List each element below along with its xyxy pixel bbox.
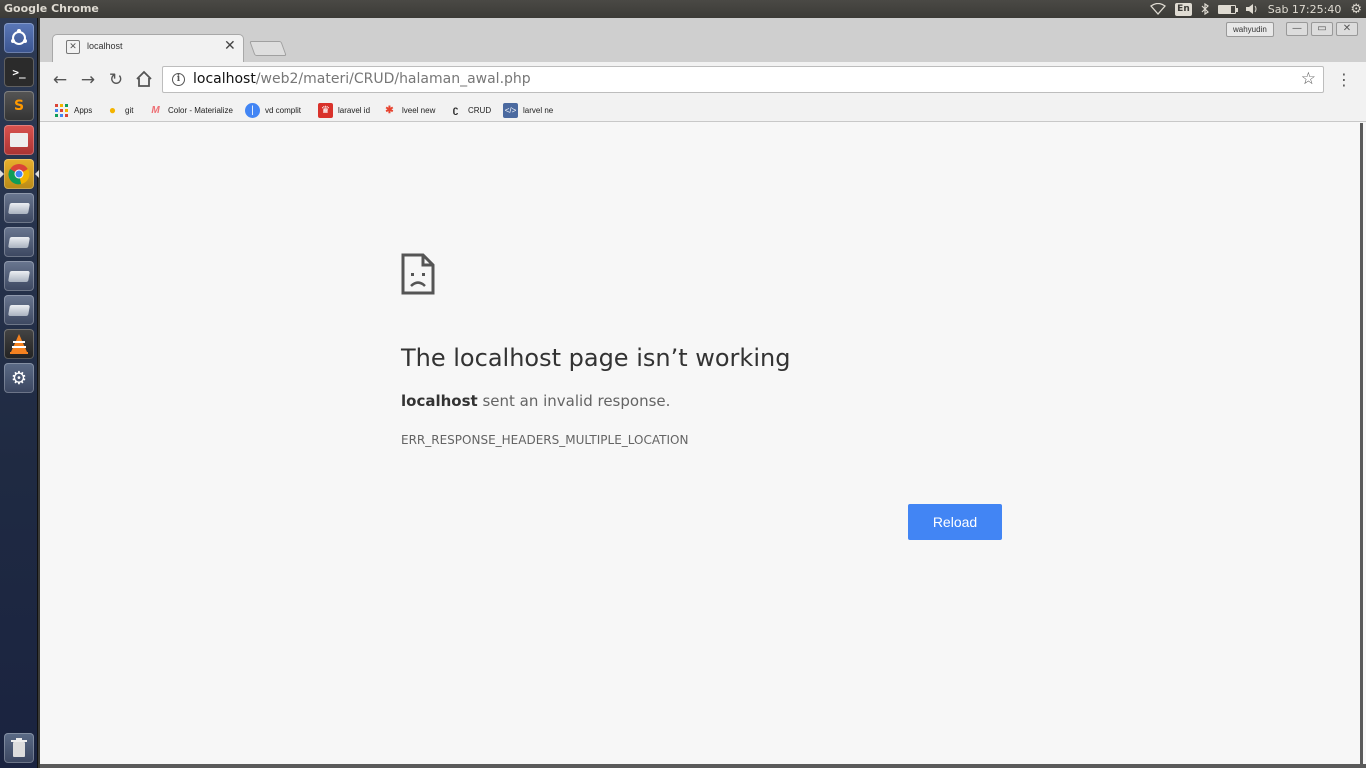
file-archive-icon[interactable] (4, 125, 34, 155)
bookmarks-bar: Apps ● git M Color - Materialize | vd co… (40, 98, 1366, 122)
close-window-button[interactable]: ✕ (1336, 22, 1358, 36)
bookmark-label: Color - Materialize (168, 105, 233, 115)
apps-grid-icon (54, 103, 69, 118)
tab-title: localhost (87, 41, 123, 51)
clock[interactable]: Sab 17:25:40 (1268, 2, 1342, 16)
bookmark-lveel-new[interactable]: ✱ lveel new (382, 101, 435, 119)
trash-icon[interactable] (4, 733, 34, 763)
crud-icon: ʗ (452, 104, 459, 116)
maximize-button[interactable]: ▭ (1311, 22, 1333, 36)
sublime-text-icon[interactable]: S (4, 91, 34, 121)
error-description: localhost sent an invalid response. (401, 392, 670, 410)
vd-icon: | (245, 102, 260, 118)
error-code: ERR_RESPONSE_HEADERS_MULTIPLE_LOCATION (401, 433, 689, 447)
terminal-icon[interactable]: >_ (4, 57, 34, 87)
new-tab-button[interactable] (249, 41, 287, 56)
sad-document-icon (401, 253, 435, 295)
url-path: /web2/materi/CRUD/halaman_awal.php (255, 71, 531, 87)
laravel-icon: ✱ (385, 104, 394, 116)
bookmark-label: larvel ne (523, 105, 554, 115)
bookmark-larvel-ne[interactable]: </> larvel ne (503, 101, 553, 119)
bookmark-apps[interactable]: Apps (54, 101, 92, 119)
error-title: The localhost page isn’t working (401, 344, 791, 372)
tab-localhost[interactable] (52, 34, 244, 62)
error-message: sent an invalid response. (477, 392, 671, 410)
site-info-icon[interactable]: i (172, 73, 185, 86)
system-settings-icon[interactable]: ⚙ (4, 363, 34, 393)
window-bottom-border (40, 764, 1366, 768)
lightbulb-icon: ● (108, 103, 117, 117)
code-icon: </> (503, 102, 518, 118)
page-content: The localhost page isn’t working localho… (40, 123, 1363, 768)
battery-icon[interactable] (1217, 2, 1238, 16)
dash-home-icon[interactable] (4, 23, 34, 53)
keyboard-layout-indicator[interactable]: En (1175, 2, 1192, 16)
bluetooth-icon[interactable] (1201, 2, 1209, 16)
active-app-name: Google Chrome (4, 2, 99, 15)
minimize-button[interactable]: — (1286, 22, 1308, 36)
chrome-menu-icon[interactable]: ⋮ (1336, 71, 1352, 89)
back-button[interactable]: ← (50, 70, 70, 90)
laravel-icon: ♛ (318, 102, 333, 118)
reload-icon-button[interactable]: ↻ (106, 70, 126, 90)
bookmark-label: CRUD (468, 105, 492, 115)
chrome-icon[interactable] (4, 159, 34, 189)
tab-favicon-icon: ✕ (66, 40, 80, 54)
error-host: localhost (401, 392, 478, 410)
url-host: localhost (193, 71, 256, 87)
bookmark-color-materialize[interactable]: M Color - Materialize (148, 101, 233, 119)
bookmark-vd-complit[interactable]: | vd complit (245, 101, 301, 119)
drive-icon[interactable] (4, 295, 34, 325)
bookmark-laravel-id[interactable]: ♛ laravel id (318, 101, 370, 119)
url-text[interactable]: localhost/web2/materi/CRUD/halaman_awal.… (193, 71, 531, 87)
bookmark-label: laravel id (338, 105, 371, 115)
bookmark-git[interactable]: ● git (105, 101, 134, 119)
wifi-icon[interactable] (1150, 2, 1167, 16)
volume-icon[interactable] (1245, 2, 1259, 16)
profile-button[interactable]: wahyudin (1226, 22, 1274, 37)
chrome-window: ✕ localhost ✕ wahyudin — ▭ ✕ ← → ↻ i loc… (40, 18, 1366, 768)
bookmark-label: git (125, 105, 134, 115)
tab-strip: ✕ localhost ✕ wahyudin — ▭ ✕ (40, 18, 1366, 62)
bookmark-label: vd complit (265, 105, 302, 115)
home-button[interactable] (134, 70, 154, 90)
bookmark-crud[interactable]: ʗ CRUD (448, 101, 491, 119)
bookmark-label: lveel new (402, 105, 436, 115)
indicator-area: En Sab 17:25:40 ⚙ (1150, 1, 1362, 17)
vlc-icon[interactable] (4, 329, 34, 359)
drive-icon[interactable] (4, 227, 34, 257)
bookmark-label: Apps (74, 105, 93, 115)
system-gear-icon[interactable]: ⚙ (1350, 2, 1362, 17)
tab-close-icon[interactable]: ✕ (224, 38, 236, 54)
top-panel: Google Chrome En Sab 17:25:40 ⚙ (0, 0, 1366, 18)
reload-button[interactable]: Reload (908, 504, 1002, 540)
materialize-icon: M (151, 104, 160, 116)
drive-icon[interactable] (4, 193, 34, 223)
drive-icon[interactable] (4, 261, 34, 291)
bookmark-star-icon[interactable]: ☆ (1301, 69, 1316, 89)
forward-button[interactable]: → (78, 70, 98, 90)
unity-launcher: >_ S ⚙ (0, 18, 39, 768)
address-bar[interactable]: i localhost/web2/materi/CRUD/halaman_awa… (162, 66, 1324, 93)
toolbar: ← → ↻ i localhost/web2/materi/CRUD/halam… (40, 62, 1366, 98)
